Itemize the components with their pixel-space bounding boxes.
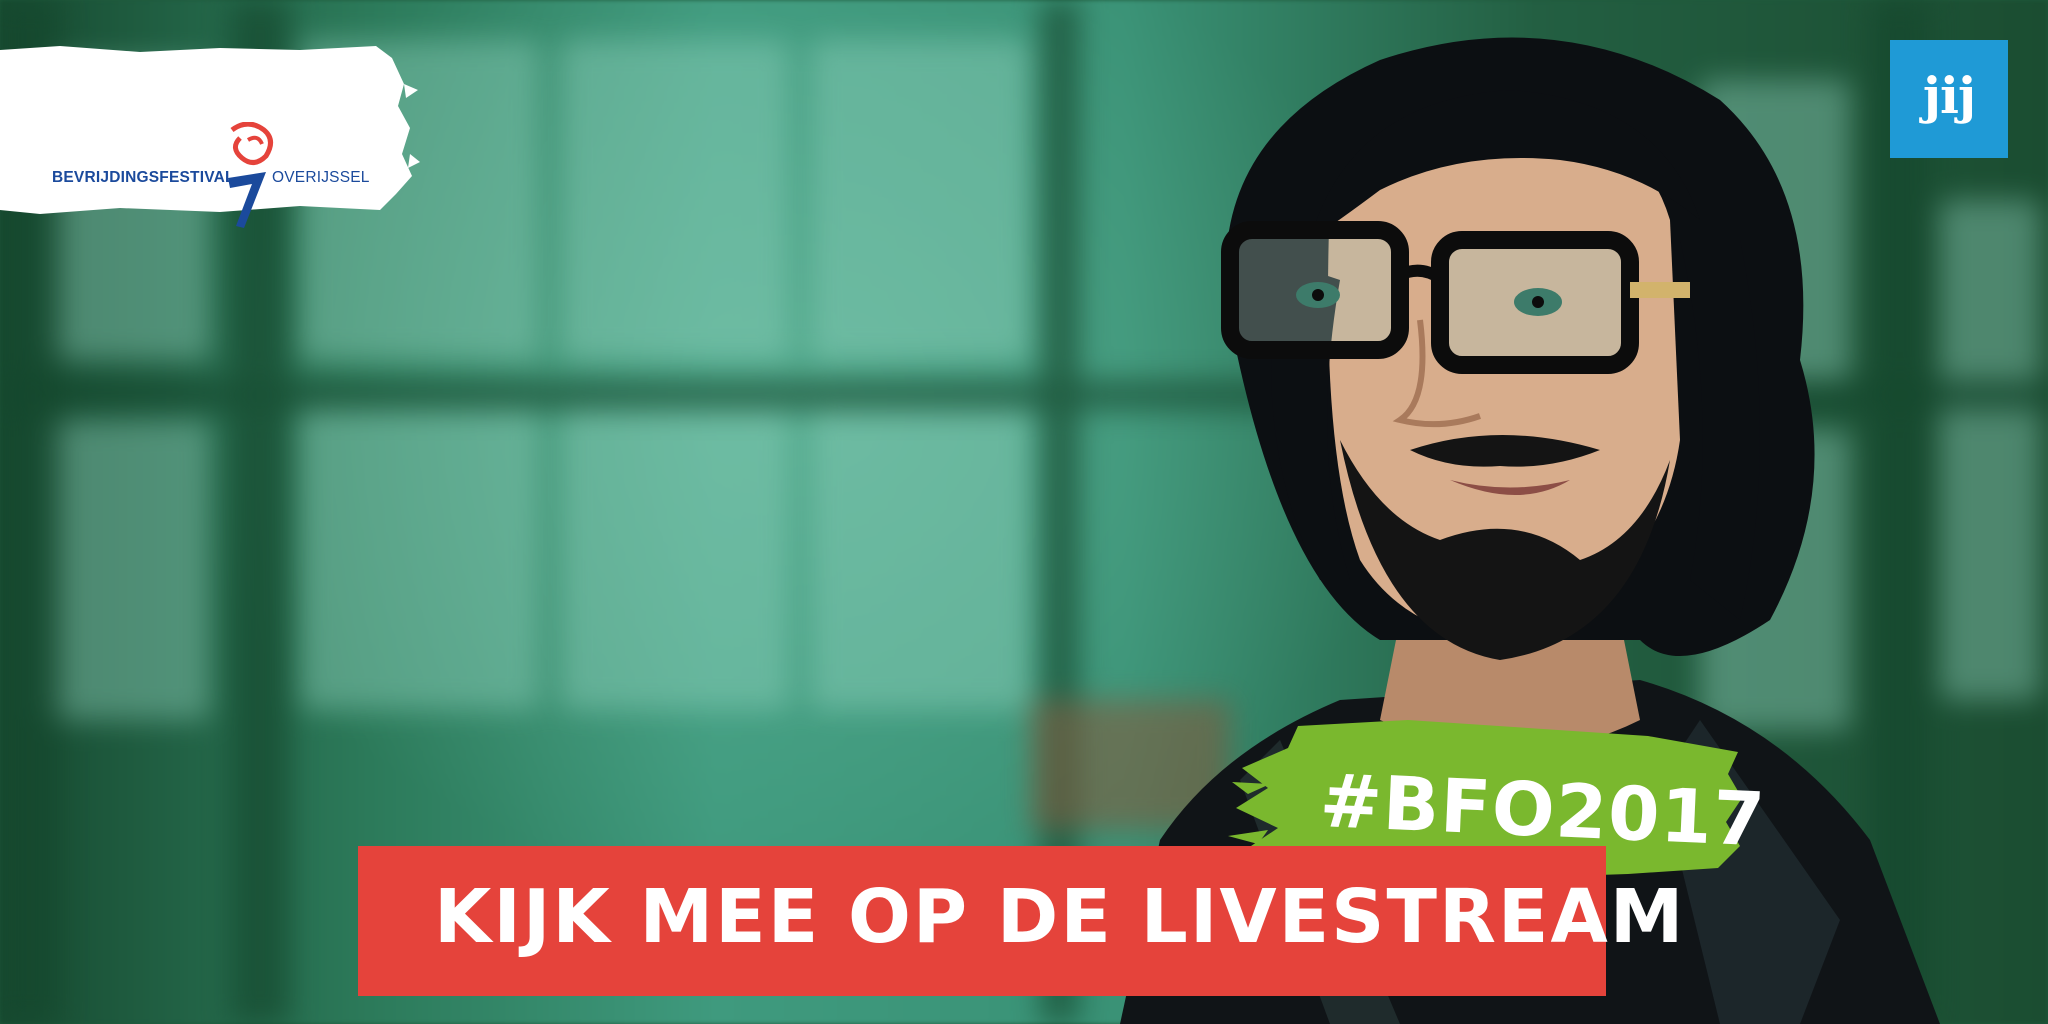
promo-banner: BEVRIJDINGSFESTIVAL OVERIJSSEL jij #BFO2… bbox=[0, 0, 2048, 1024]
livestream-cta-text: KIJK MEE OP DE LIVESTREAM bbox=[434, 874, 1686, 960]
livestream-cta-bar: KIJK MEE OP DE LIVESTREAM bbox=[358, 846, 1683, 996]
jij-badge: jij bbox=[1890, 40, 2008, 158]
logo-text-bevrijdingsfestival: BEVRIJDINGSFESTIVAL bbox=[52, 169, 235, 186]
logo-brush-background bbox=[0, 46, 420, 214]
logo-text-overijssel: OVERIJSSEL bbox=[272, 169, 370, 186]
festival-logo: BEVRIJDINGSFESTIVAL OVERIJSSEL bbox=[0, 44, 420, 228]
jij-badge-text: jij bbox=[1922, 65, 1976, 125]
